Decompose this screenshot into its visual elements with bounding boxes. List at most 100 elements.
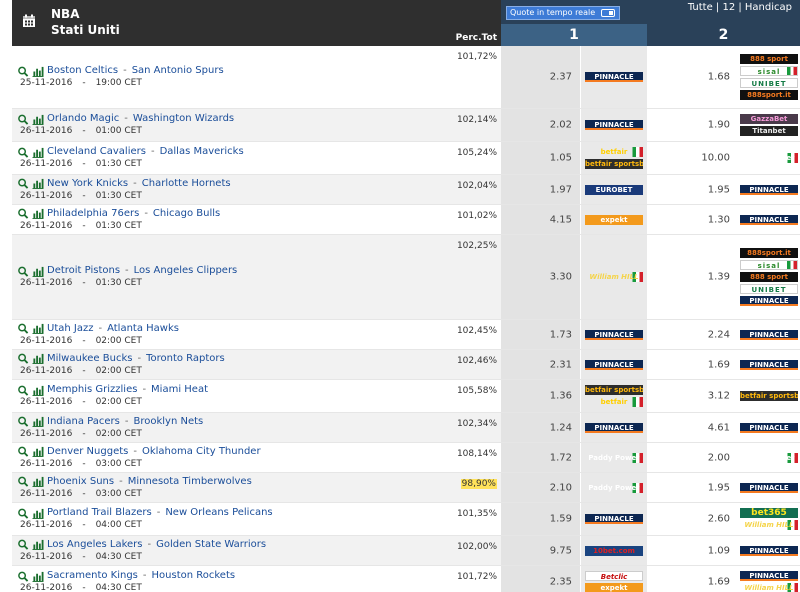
bookmaker-logo[interactable]: PINNACLE <box>585 72 643 82</box>
odds-value-2[interactable]: 1.39 <box>708 272 730 283</box>
bookmaker-logo[interactable]: William HILL <box>585 272 643 282</box>
odds-value-1[interactable]: 1.36 <box>550 391 572 402</box>
bookmaker-logo[interactable]: PINNACLE <box>585 359 643 370</box>
odds-cell-2[interactable]: 4.61 <box>647 413 738 442</box>
odds-value-2[interactable]: 1.69 <box>708 359 730 370</box>
odds-cell-1[interactable]: 9.75 <box>501 536 581 565</box>
odds-value-1[interactable]: 9.75 <box>550 545 572 556</box>
bookmaker-logo[interactable]: betfair sportsbook <box>585 159 643 169</box>
odds-cell-1[interactable]: 1.59 <box>501 503 581 535</box>
bookmaker-logo[interactable]: sisal <box>740 260 798 270</box>
odds-cell-2[interactable]: 1.39 <box>647 235 738 319</box>
bar-chart-icon[interactable] <box>32 353 44 364</box>
odds-value-1[interactable]: 1.73 <box>550 329 572 340</box>
odds-cell-2[interactable]: 1.30 <box>647 205 738 234</box>
bookmaker-logo[interactable]: sisal <box>740 66 798 76</box>
bar-chart-icon[interactable] <box>32 416 44 427</box>
odds-cell-2[interactable]: 2.60 <box>647 503 738 535</box>
home-team-link[interactable]: Sacramento Kings <box>47 570 138 582</box>
bar-chart-icon[interactable] <box>32 539 44 550</box>
bookmaker-logo[interactable]: PINNACLE <box>585 514 643 524</box>
odds-cell-2[interactable]: 3.12 <box>647 380 738 412</box>
odds-value-2[interactable]: 1.90 <box>708 120 730 131</box>
away-team-link[interactable]: Washington Wizards <box>133 113 234 125</box>
bar-chart-icon[interactable] <box>32 446 44 457</box>
bar-chart-icon[interactable] <box>32 114 44 125</box>
home-team-link[interactable]: Orlando Magic <box>47 113 119 125</box>
home-team-link[interactable]: Utah Jazz <box>47 323 93 335</box>
search-icon[interactable] <box>17 147 29 158</box>
bookmaker-logo[interactable]: 888sport.it <box>740 90 798 100</box>
away-team-link[interactable]: Charlotte Hornets <box>142 178 231 190</box>
bookmaker-logo[interactable]: GazzaBet <box>740 114 798 124</box>
away-team-link[interactable]: Dallas Mavericks <box>160 146 244 158</box>
bookmaker-logo[interactable]: PINNACLE <box>740 329 798 340</box>
odds-value-2[interactable]: 2.24 <box>708 329 730 340</box>
odds-cell-2[interactable]: 1.69 <box>647 350 738 379</box>
bar-chart-icon[interactable] <box>32 178 44 189</box>
odds-value-1[interactable]: 1.05 <box>550 153 572 164</box>
bookmaker-logo[interactable]: Paddy Power <box>585 452 643 463</box>
bookmaker-logo[interactable]: expekt <box>585 214 643 225</box>
odds-cell-1[interactable]: 1.24 <box>501 413 581 442</box>
search-icon[interactable] <box>17 208 29 219</box>
bookmaker-logo[interactable]: Paddy Power <box>585 482 643 493</box>
search-icon[interactable] <box>17 539 29 550</box>
search-icon[interactable] <box>17 416 29 427</box>
odds-cell-2[interactable]: 1.69 <box>647 566 738 592</box>
bar-chart-icon[interactable] <box>32 66 44 77</box>
odds-cell-1[interactable]: 2.10 <box>501 473 581 502</box>
bookmaker-logo[interactable]: expekt <box>585 583 643 592</box>
odds-cell-1[interactable]: 1.73 <box>501 320 581 349</box>
bar-chart-icon[interactable] <box>32 147 44 158</box>
bookmaker-logo[interactable]: Paddy Power <box>740 452 798 463</box>
odds-cell-1[interactable]: 2.02 <box>501 109 581 141</box>
home-team-link[interactable]: Milwaukee Bucks <box>47 353 132 365</box>
realtime-quotes-toggle[interactable]: Quote in tempo reale <box>506 6 620 20</box>
odds-cell-2[interactable]: 2.00 <box>647 443 738 472</box>
odds-cell-2[interactable]: 1.90 <box>647 109 738 141</box>
odds-cell-1[interactable]: 1.05 <box>501 142 581 174</box>
odds-value-1[interactable]: 2.37 <box>550 72 572 83</box>
bookmaker-logo[interactable]: PINNACLE <box>740 296 798 306</box>
home-team-link[interactable]: Denver Nuggets <box>47 446 128 458</box>
home-team-link[interactable]: Portland Trail Blazers <box>47 507 152 519</box>
bookmaker-logo[interactable]: betfair <box>585 397 643 407</box>
search-icon[interactable] <box>17 385 29 396</box>
home-team-link[interactable]: Memphis Grizzlies <box>47 384 137 396</box>
home-team-link[interactable]: Phoenix Suns <box>47 476 114 488</box>
odds-value-2[interactable]: 1.30 <box>708 214 730 225</box>
odds-value-2[interactable]: 10.00 <box>701 153 730 164</box>
away-team-link[interactable]: Miami Heat <box>151 384 208 396</box>
away-team-link[interactable]: Brooklyn Nets <box>133 416 203 428</box>
odds-cell-2[interactable]: 10.00 <box>647 142 738 174</box>
away-team-link[interactable]: San Antonio Spurs <box>132 65 224 77</box>
home-team-link[interactable]: New York Knicks <box>47 178 128 190</box>
bookmaker-logo[interactable]: PINNACLE <box>740 359 798 370</box>
search-icon[interactable] <box>17 114 29 125</box>
bookmaker-logo[interactable]: PINNACLE <box>740 214 798 225</box>
bookmaker-logo[interactable]: PINNACLE <box>585 329 643 340</box>
odds-value-2[interactable]: 2.60 <box>708 514 730 525</box>
bar-chart-icon[interactable] <box>32 476 44 487</box>
column-header-2[interactable]: 2 <box>647 24 800 46</box>
bookmaker-logo[interactable]: UNIBET <box>740 284 798 294</box>
odds-value-1[interactable]: 2.31 <box>550 359 572 370</box>
calendar-icon[interactable] <box>22 14 36 28</box>
away-team-link[interactable]: Toronto Raptors <box>146 353 225 365</box>
home-team-link[interactable]: Indiana Pacers <box>47 416 120 428</box>
odds-value-1[interactable]: 2.35 <box>550 577 572 588</box>
bookmaker-logo[interactable]: 10bet.com <box>585 545 643 556</box>
odds-value-2[interactable]: 4.61 <box>708 422 730 433</box>
odds-value-1[interactable]: 1.59 <box>550 514 572 525</box>
bar-chart-icon[interactable] <box>32 208 44 219</box>
bookmaker-logo[interactable]: Paddy Power <box>740 153 798 163</box>
bookmaker-logo[interactable]: PINNACLE <box>740 482 798 493</box>
column-header-1[interactable]: 1 <box>501 24 647 46</box>
market-tabs[interactable]: Tutte | 12 | Handicap <box>688 2 792 13</box>
away-team-link[interactable]: Atlanta Hawks <box>107 323 179 335</box>
bar-chart-icon[interactable] <box>32 508 44 519</box>
bookmaker-logo[interactable]: William HILL <box>740 583 798 592</box>
away-team-link[interactable]: Chicago Bulls <box>153 208 220 220</box>
search-icon[interactable] <box>17 66 29 77</box>
